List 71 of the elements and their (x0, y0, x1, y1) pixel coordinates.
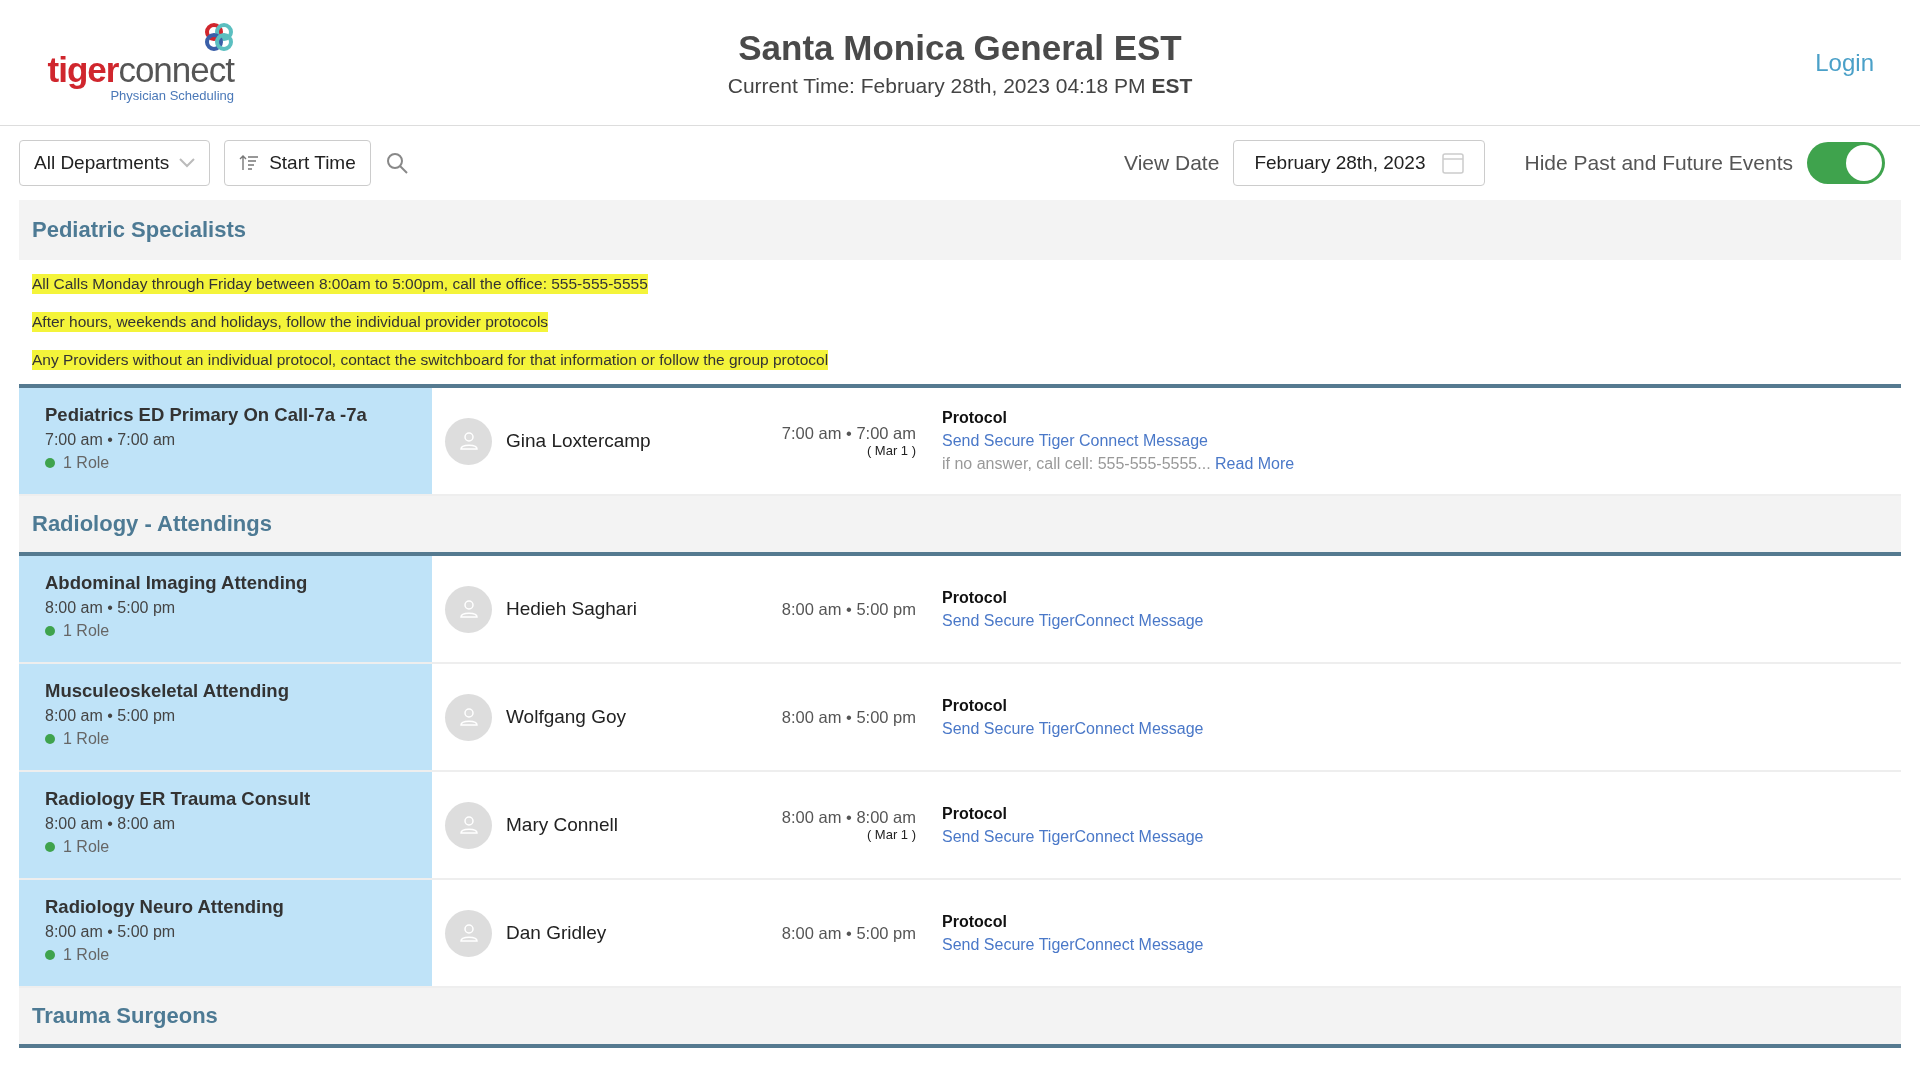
logo-wordmark: tigerconnect (47, 52, 234, 88)
section-header: Pediatric Specialists (19, 200, 1901, 260)
person-name: Mary Connell (506, 814, 619, 836)
view-date-label: View Date (1124, 151, 1220, 175)
highlighted-note: Any Providers without an individual protocol, contact the switchboard for that information or follow the group protocol (32, 350, 829, 370)
role-count: 1 Role (63, 730, 110, 748)
role-hours: 8:00 am • 8:00 am (45, 815, 177, 833)
person-name: Wolfgang Goy (506, 706, 628, 728)
message-link[interactable]: Send Secure TigerConnect Message (942, 827, 1204, 846)
role-hours: 8:00 am • 5:00 pm (45, 707, 177, 725)
hospital-title: Santa Monica General EST (738, 27, 1182, 68)
role-name: Musculeoskeletal Attending (45, 680, 290, 702)
next-day-date: ( Mar 1 ) (866, 443, 916, 458)
logo-mark-icon (204, 22, 234, 52)
shift-time: 8:00 am • 5:00 pm (781, 599, 916, 619)
logo-subtitle: Physician Scheduling (110, 88, 234, 103)
role-name: Pediatrics ED Primary On Call-7a -7a (45, 404, 368, 426)
shift-time: 8:00 am • 5:00 pm (781, 707, 916, 727)
message-link[interactable]: Send Secure TigerConnect Message (942, 935, 1204, 954)
shift-time: 8:00 am • 8:00 am (781, 808, 916, 827)
status-dot (45, 626, 55, 636)
sort-button[interactable]: Start Time (224, 140, 371, 186)
shift-time: 8:00 am • 5:00 pm (781, 923, 916, 943)
role-count: 1 Role (63, 946, 110, 964)
message-link[interactable]: Send Secure TigerConnect Message (942, 611, 1204, 630)
role-name: Radiology Neuro Attending (45, 896, 285, 918)
role-hours: 8:00 am • 5:00 pm (45, 599, 177, 617)
sort-icon (239, 155, 260, 171)
role-count: 1 Role (63, 454, 110, 472)
protocol-note: if no answer, call cell: 555-555-5555... Read More (942, 455, 1295, 473)
highlighted-note: All Calls Monday through Friday between 8:00am to 5:00pm, call the office: 555-555-5555 (32, 274, 648, 294)
shift-time: 7:00 am • 7:00 am (781, 424, 916, 443)
role-count: 1 Role (63, 622, 110, 640)
login-link[interactable]: Login (1686, 48, 1886, 77)
status-dot (45, 458, 55, 468)
protocol-label: Protocol (942, 409, 1008, 427)
role-hours: 8:00 am • 5:00 pm (45, 923, 177, 941)
chevron-down-icon (179, 158, 196, 168)
status-dot (45, 950, 55, 960)
person-name: Gina Loxtercamp (506, 430, 652, 452)
role-name: Abdominal Imaging Attending (45, 572, 309, 594)
hide-events-toggle[interactable] (1807, 142, 1885, 184)
protocol-label: Protocol (942, 804, 1008, 823)
date-field[interactable]: February 28th, 2023 (1233, 140, 1485, 186)
current-time: Current Time: February 28th, 2023 04:18 PM EST (727, 73, 1193, 98)
person-icon (458, 923, 479, 943)
next-day-date: ( Mar 1 ) (866, 827, 916, 842)
protocol-label: Protocol (942, 696, 1008, 715)
person-icon (458, 815, 479, 835)
role-hours: 7:00 am • 7:00 am (45, 431, 177, 449)
person-icon (458, 431, 479, 451)
section-header: Trauma Surgeons (19, 988, 1901, 1048)
section-header: Radiology - Attendings (19, 496, 1901, 556)
hide-events-label: Hide Past and Future Events (1524, 151, 1793, 175)
person-name: Dan Gridley (506, 922, 608, 944)
protocol-label: Protocol (942, 588, 1008, 607)
status-dot (45, 842, 55, 852)
highlighted-note: After hours, weekends and holidays, follow the individual provider protocols (32, 312, 549, 332)
read-more-link[interactable]: Read More (1215, 455, 1295, 472)
calendar-icon (1441, 152, 1464, 174)
message-link[interactable]: Send Secure TigerConnect Message (942, 719, 1204, 738)
person-icon (458, 599, 479, 619)
person-name: Hedieh Saghari (506, 598, 638, 620)
person-icon (458, 707, 479, 727)
message-link[interactable]: Send Secure Tiger Connect Message (942, 432, 1295, 450)
department-dropdown[interactable]: All Departments (19, 140, 211, 186)
role-count: 1 Role (63, 838, 110, 856)
status-dot (45, 734, 55, 744)
search-icon[interactable] (384, 151, 409, 175)
role-name: Radiology ER Trauma Consult (45, 788, 312, 810)
protocol-label: Protocol (942, 912, 1008, 931)
